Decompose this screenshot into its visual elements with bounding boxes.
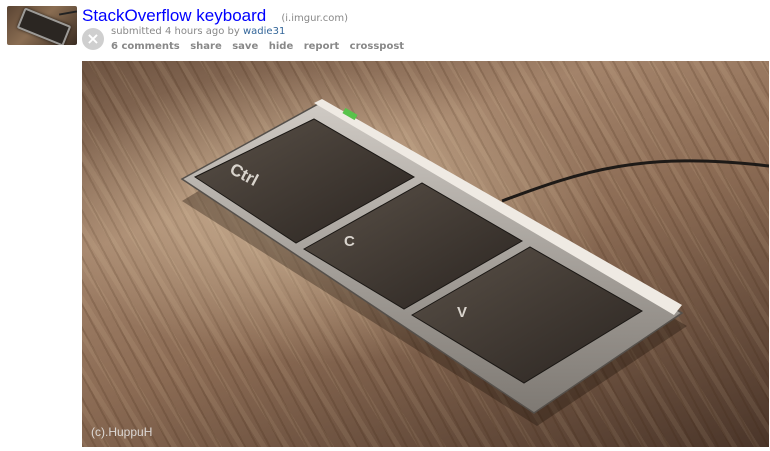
title-row: StackOverflow keyboard (i.imgur.com) <box>82 6 348 26</box>
post-buttons: 6 comments share save hide report crossp… <box>111 41 411 52</box>
crosspost-button[interactable]: crosspost <box>350 41 404 52</box>
save-button[interactable]: save <box>232 41 258 52</box>
share-button[interactable]: share <box>190 41 222 52</box>
thumbnail-cable <box>58 10 77 16</box>
author-link[interactable]: wadie31 <box>243 26 285 37</box>
post-tagline: submitted 4 hours ago by wadie31 <box>111 26 285 37</box>
by-text: by <box>224 26 243 37</box>
v-key-label: V <box>457 304 467 321</box>
post-domain: (i.imgur.com) <box>281 13 348 24</box>
submitted-prefix: submitted <box>111 26 165 37</box>
image-credit: (c).HuppuH <box>91 425 153 439</box>
hide-post-icon[interactable]: × <box>82 28 104 50</box>
hide-button[interactable]: hide <box>269 41 294 52</box>
c-key-label: C <box>344 233 355 250</box>
keyboard-illustration: Ctrl C V <box>180 99 769 426</box>
post-image[interactable]: Ctrl C V (c).HuppuH <box>82 61 769 447</box>
comments-button[interactable]: 6 comments <box>111 41 180 52</box>
post-time: 4 hours ago <box>164 26 225 37</box>
post-title-link[interactable]: StackOverflow keyboard <box>82 6 266 25</box>
domain-link[interactable]: (i.imgur.com) <box>281 13 348 24</box>
post-thumbnail[interactable] <box>7 6 77 45</box>
report-button[interactable]: report <box>304 41 339 52</box>
keyboard-cable <box>501 159 769 203</box>
